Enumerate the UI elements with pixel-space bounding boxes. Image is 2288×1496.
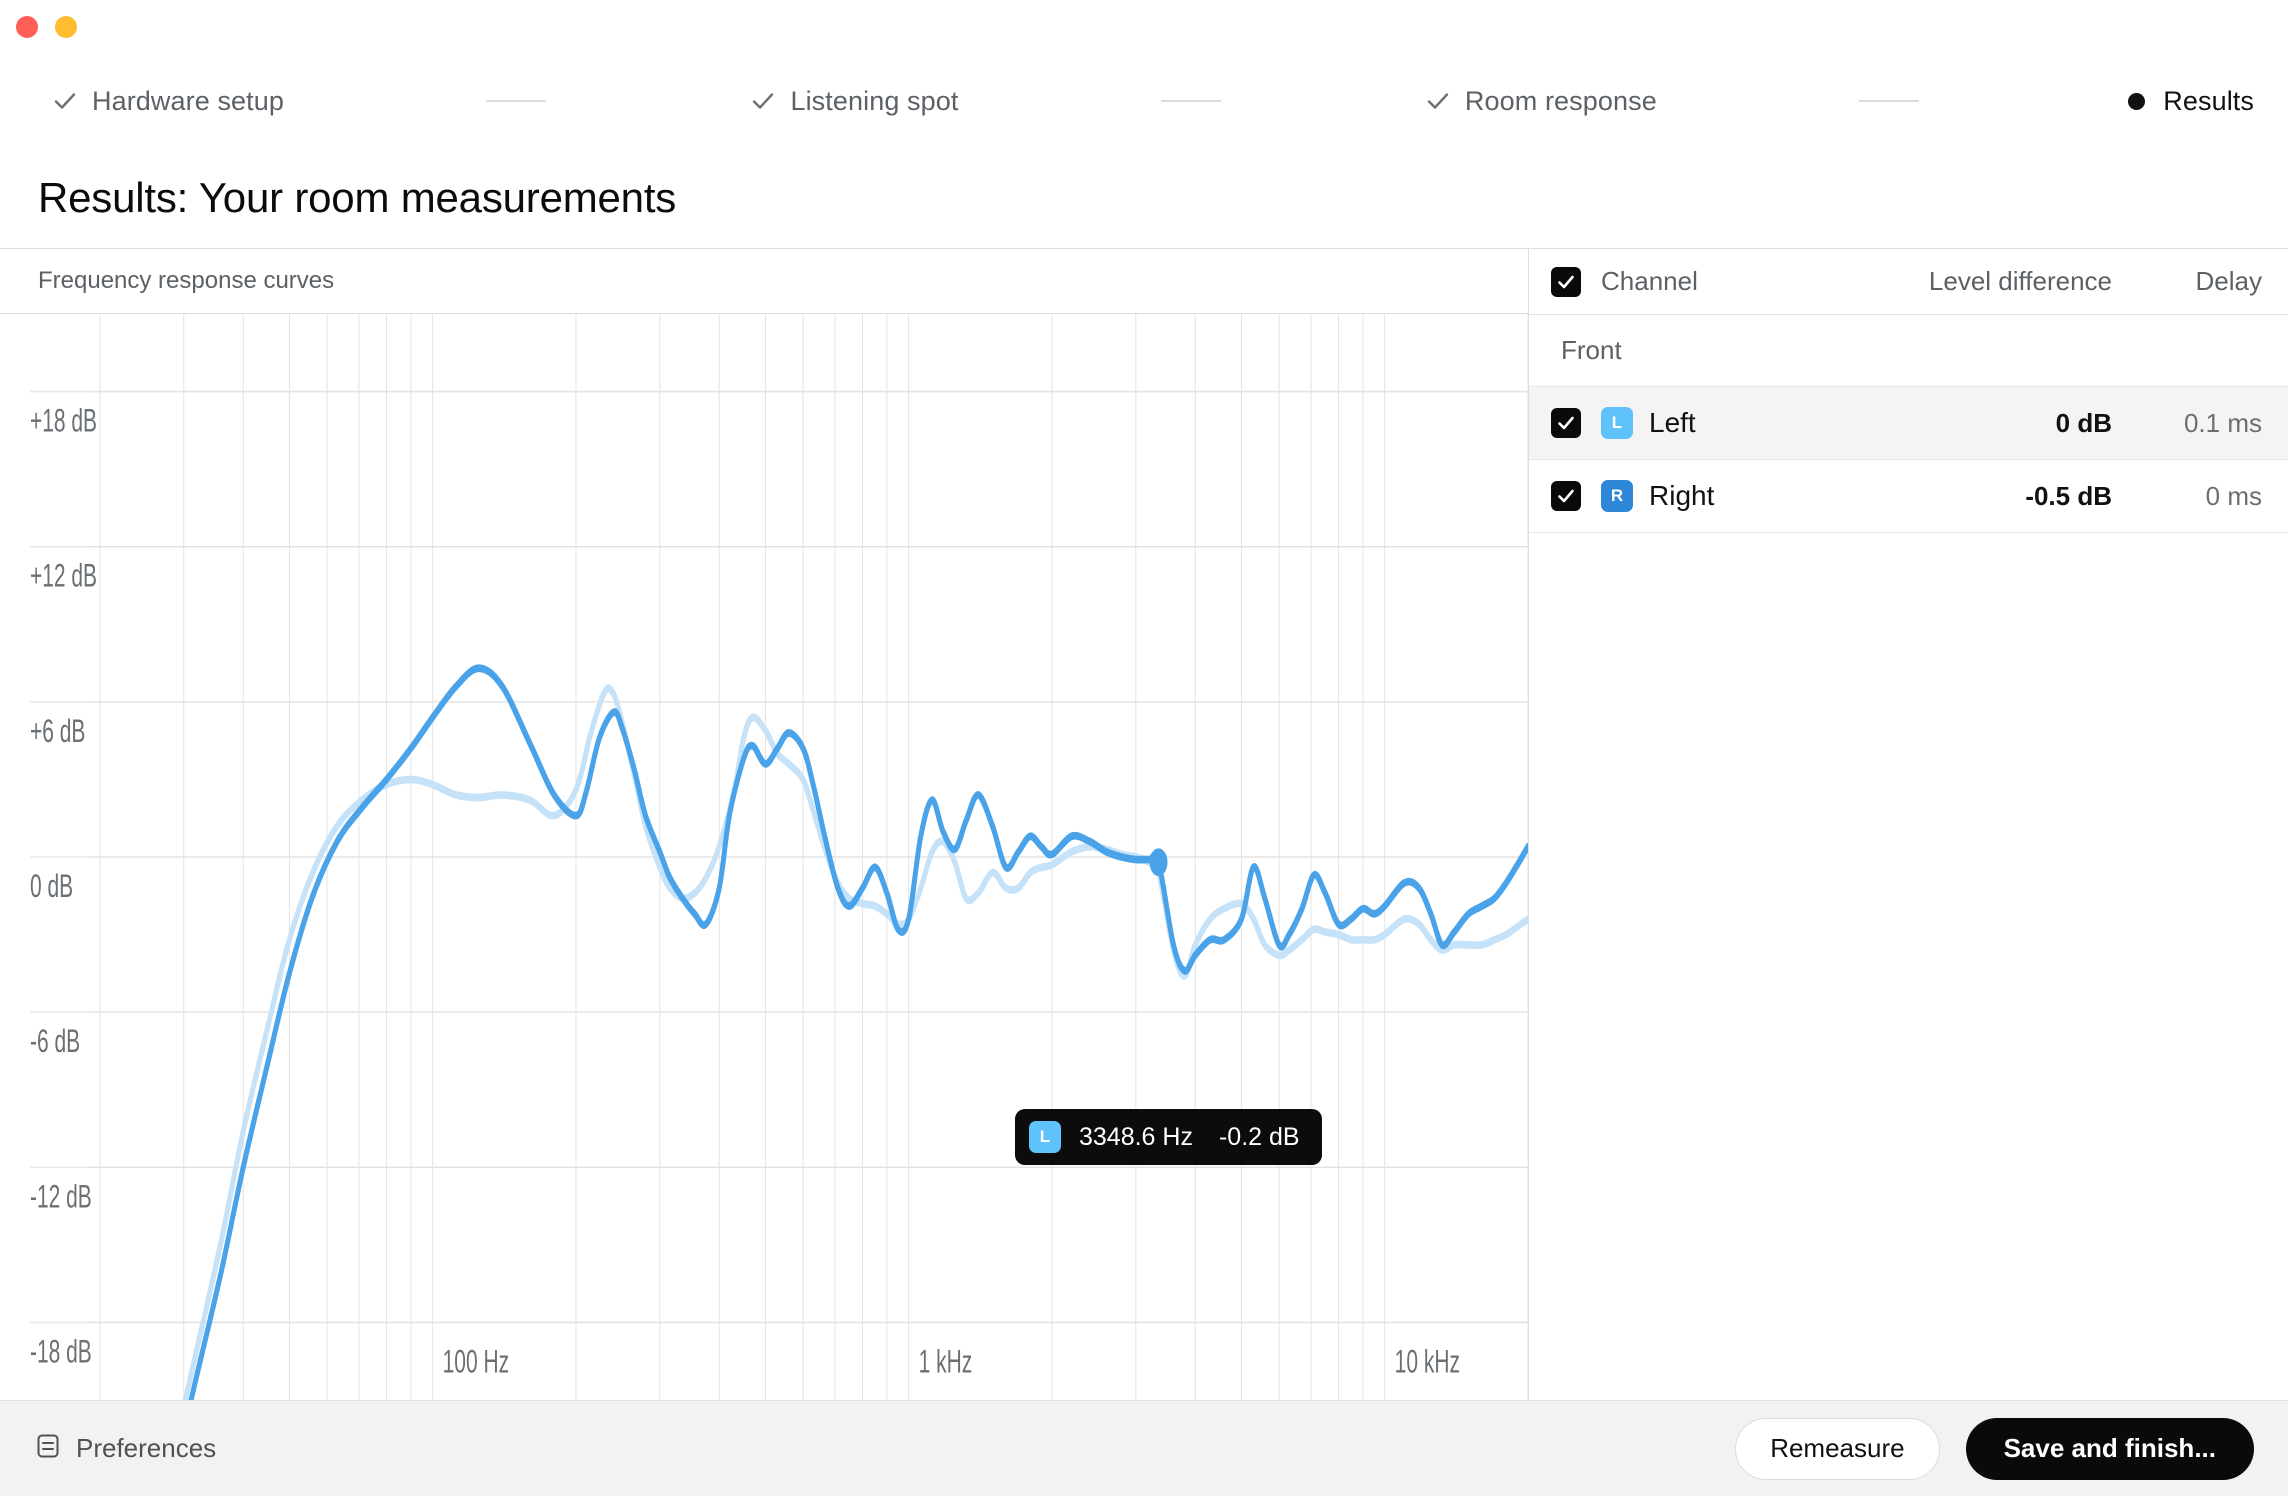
step-listening-spot[interactable]: Listening spot (748, 86, 958, 117)
column-header-delay: Delay (2195, 266, 2262, 296)
main-content: Frequency response curves +18 dB +12 dB +6… (0, 248, 2288, 1400)
tooltip-frequency: 3348.6 Hz (1079, 1122, 1193, 1151)
window-minimize-button[interactable] (55, 16, 77, 38)
frequency-response-chart[interactable]: +18 dB +12 dB +6 dB 0 dB -6 dB -12 dB -18 dB 10… (0, 314, 1528, 1400)
svg-text:10 kHz: 10 kHz (1395, 1343, 1460, 1380)
window-titlebar (0, 0, 2288, 54)
wizard-stepper: Hardware setup Listening spot Room respo… (0, 54, 2288, 148)
step-connector (958, 100, 1422, 102)
chart-canvas[interactable]: +18 dB +12 dB +6 dB 0 dB -6 dB -12 dB -18 dB 10… (0, 314, 1528, 1400)
channel-delay-left: 0.1 ms (2183, 407, 2262, 438)
channel-name-left: Left (1649, 407, 1696, 438)
remeasure-button[interactable]: Remeasure (1735, 1417, 1940, 1480)
select-all-checkbox[interactable] (1551, 266, 1581, 297)
channel-checkbox-left[interactable] (1551, 408, 1581, 438)
svg-text:+12 dB: +12 dB (30, 557, 97, 594)
channel-checkbox-right[interactable] (1551, 481, 1581, 511)
step-label: Room response (1464, 85, 1657, 116)
window-close-button[interactable] (16, 16, 38, 38)
channel-row-right[interactable]: R Right -0.5 dB 0 ms (1529, 460, 2288, 533)
tooltip-level: -0.2 dB (1218, 1122, 1300, 1151)
preferences-icon (34, 1432, 62, 1465)
check-icon (748, 86, 778, 116)
preferences-button[interactable]: Preferences (34, 1432, 216, 1465)
channel-delay-right: 0 ms (2205, 480, 2262, 511)
column-header-channel: Channel (1601, 266, 1698, 296)
svg-text:0 dB: 0 dB (30, 867, 73, 904)
svg-text:+18 dB: +18 dB (30, 402, 97, 439)
channel-row-left[interactable]: L Left 0 dB 0.1 ms (1529, 387, 2288, 460)
svg-text:+6 dB: +6 dB (30, 712, 85, 749)
chart-panel: Frequency response curves +18 dB +12 dB +6… (0, 249, 1529, 1400)
channel-group-front: Front (1529, 315, 2288, 387)
step-connector (284, 100, 748, 102)
channel-level-right: -0.5 dB (2025, 480, 2112, 511)
svg-text:100 Hz: 100 Hz (443, 1343, 509, 1380)
column-header-level-difference: Level difference (1928, 266, 2112, 296)
step-results[interactable]: Results (2121, 86, 2254, 117)
step-connector (1657, 100, 2121, 102)
channels-panel: Channel Level difference Delay Front L L… (1529, 249, 2288, 1400)
step-room-response[interactable]: Room response (1423, 86, 1657, 117)
channel-name-right: Right (1649, 480, 1715, 511)
step-label: Results (2163, 85, 2255, 116)
channel-level-left: 0 dB (2055, 407, 2112, 438)
tooltip-channel-badge: L (1029, 1121, 1061, 1153)
channel-badge-left: L (1601, 407, 1633, 439)
chart-hover-marker (1149, 848, 1168, 877)
page-heading: Results: Your room measurements (0, 148, 2288, 248)
channels-table-header: Channel Level difference Delay (1529, 249, 2288, 315)
chart-panel-header: Frequency response curves (0, 249, 1528, 314)
step-label: Hardware setup (92, 85, 284, 116)
chart-panel-title: Frequency response curves (38, 267, 335, 294)
channel-group-label: Front (1561, 335, 1622, 365)
preferences-label: Preferences (76, 1433, 217, 1463)
channel-badge-right: R (1601, 480, 1633, 512)
page-title: Results: Your room measurements (38, 174, 677, 221)
svg-text:-6 dB: -6 dB (30, 1022, 80, 1059)
step-label: Listening spot (790, 85, 959, 116)
check-icon (50, 86, 80, 116)
chart-series-left (188, 664, 1528, 1400)
chart-hover-tooltip: L 3348.6 Hz -0.2 dB (1015, 1109, 1322, 1165)
footer-bar: Preferences Remeasure Save and finish... (0, 1400, 2288, 1496)
step-hardware-setup[interactable]: Hardware setup (50, 86, 284, 117)
svg-text:-18 dB: -18 dB (30, 1333, 92, 1370)
current-step-dot-icon (2121, 86, 2151, 116)
svg-text:1 kHz: 1 kHz (919, 1343, 973, 1380)
svg-text:-12 dB: -12 dB (30, 1178, 92, 1215)
save-and-finish-button[interactable]: Save and finish... (1965, 1417, 2254, 1480)
app-window: Hardware setup Listening spot Room respo… (0, 0, 2288, 1496)
check-icon (1423, 86, 1453, 116)
